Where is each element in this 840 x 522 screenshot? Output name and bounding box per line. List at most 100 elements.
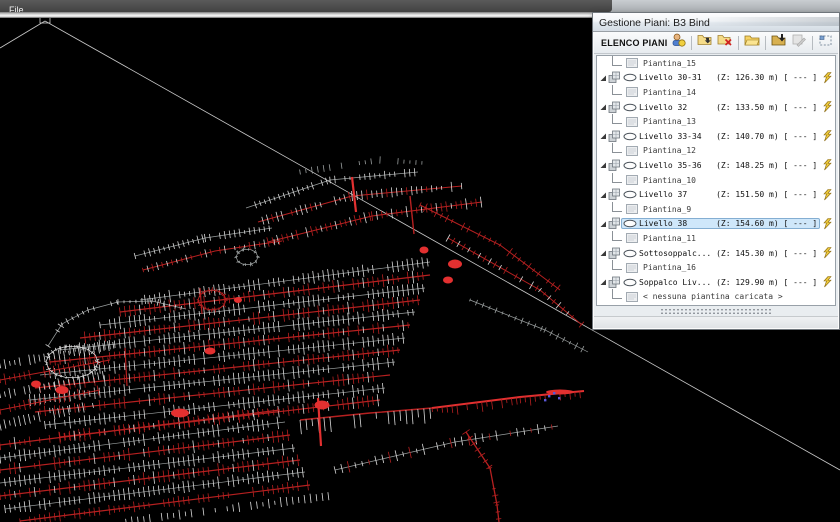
resize-grip[interactable] — [594, 306, 838, 316]
level-cube-icon — [608, 159, 621, 172]
expander-icon[interactable] — [599, 103, 607, 111]
level-cube-icon — [608, 247, 621, 260]
application-window: File Gestione Piani: B3 Bind ELENCO PIAN… — [0, 0, 840, 522]
level-row-label[interactable]: Sottosoppalc... (Z: 145.30 m) [ --- ] — [621, 248, 820, 259]
panel-title: Gestione Piani: B3 Bind — [593, 15, 710, 32]
tree-connector — [612, 289, 622, 299]
piantina-page-icon — [626, 292, 638, 302]
user-manager-icon — [670, 32, 686, 53]
tree-connector — [612, 85, 622, 95]
tree-connector — [612, 143, 622, 153]
level-cube-icon — [608, 217, 621, 230]
menu-bar: File — [0, 0, 840, 12]
level-row-label[interactable]: Livello 32 (Z: 133.50 m) [ --- ] — [621, 102, 820, 113]
dropdown-caret-button[interactable] — [837, 34, 838, 52]
level-row-label[interactable]: Livello 33-34 (Z: 140.70 m) [ --- ] — [621, 131, 820, 142]
piantina-row[interactable]: Piantina_12 — [597, 144, 835, 159]
piantina-page-icon — [626, 175, 638, 185]
panel-footer — [594, 316, 838, 329]
piantina-page-icon — [626, 263, 638, 273]
piantina-page-icon — [626, 87, 638, 97]
piantina-page-icon — [626, 233, 638, 243]
elenco-piani-label: ELENCO PIANI — [601, 38, 669, 48]
level-row[interactable]: Livello 33-34 (Z: 140.70 m) [ --- ] — [597, 129, 835, 144]
user-manager-button[interactable] — [669, 34, 687, 52]
expander-icon[interactable] — [599, 191, 607, 199]
level-row[interactable]: Livello 37 (Z: 151.50 m) [ --- ] — [597, 187, 835, 202]
edit-disabled-button[interactable] — [790, 34, 808, 52]
tree-connector — [612, 173, 622, 183]
toolbar-separator — [691, 36, 692, 50]
toolbar-separator — [812, 36, 813, 50]
import-levels-icon — [771, 32, 787, 53]
panel-titlebar[interactable]: Gestione Piani: B3 Bind — [593, 13, 839, 32]
level-row-label[interactable]: Soppalco Liv... (Z: 129.90 m) [ --- ] — [621, 277, 820, 288]
menu-bar-left: File — [0, 0, 612, 12]
edit-level-icon[interactable] — [823, 72, 832, 84]
select-area-button[interactable] — [817, 34, 835, 52]
piantina-row[interactable]: Piantina_14 — [597, 85, 835, 100]
expander-icon[interactable] — [599, 161, 607, 169]
level-row[interactable]: Soppalco Liv... (Z: 129.90 m) [ --- ] — [597, 275, 835, 290]
edit-level-icon[interactable] — [823, 189, 832, 201]
piantina-page-icon — [626, 58, 638, 68]
expander-icon[interactable] — [599, 278, 607, 286]
level-row[interactable]: Livello 30-31 (Z: 126.30 m) [ --- ] — [597, 71, 835, 86]
toolbar-separator — [765, 36, 766, 50]
toolbar-buttons — [669, 34, 838, 52]
level-row-label[interactable]: Livello 37 (Z: 151.50 m) [ --- ] — [621, 189, 820, 200]
load-piantina-button[interactable] — [696, 34, 714, 52]
level-cube-icon — [608, 276, 621, 289]
level-row[interactable]: Livello 38 (Z: 154.60 m) [ --- ] — [597, 217, 835, 232]
menu-bar-right — [612, 0, 840, 12]
import-levels-button[interactable] — [770, 34, 788, 52]
expander-icon[interactable] — [599, 220, 607, 228]
remove-piantina-button[interactable] — [716, 34, 734, 52]
tree-connector — [612, 260, 622, 270]
edit-level-icon[interactable] — [823, 247, 832, 259]
remove-piantina-icon — [717, 32, 733, 53]
piantina-page-icon — [626, 204, 638, 214]
piantina-row[interactable]: Piantina_10 — [597, 173, 835, 188]
panel-body: ELENCO PIANI Piantina_15Livello 30-31 (Z… — [593, 32, 839, 329]
piantina-page-icon — [626, 117, 638, 127]
toolbar-separator — [738, 36, 739, 50]
edit-level-icon[interactable] — [823, 218, 832, 230]
select-area-icon — [818, 32, 834, 53]
expander-icon[interactable] — [599, 249, 607, 257]
piantina-row[interactable]: Piantina_11 — [597, 231, 835, 246]
no-piantina-row[interactable]: < nessuna piantina caricata > — [597, 290, 835, 305]
expander-icon[interactable] — [599, 132, 607, 140]
piantina-row[interactable]: Piantina_16 — [597, 260, 835, 275]
edit-level-icon[interactable] — [823, 130, 832, 142]
expander-icon[interactable] — [599, 74, 607, 82]
panel-toolbar: ELENCO PIANI — [594, 32, 838, 54]
tree-connector — [612, 56, 622, 66]
level-row-label[interactable]: Livello 38 (Z: 154.60 m) [ --- ] — [621, 218, 820, 229]
level-row[interactable]: Livello 32 (Z: 133.50 m) [ --- ] — [597, 100, 835, 115]
tree-connector — [612, 202, 622, 212]
open-folder-icon — [744, 32, 760, 53]
piantina-row[interactable]: Piantina_13 — [597, 114, 835, 129]
piantina-row[interactable]: Piantina_9 — [597, 202, 835, 217]
edit-level-icon[interactable] — [823, 276, 832, 288]
tree-connector — [612, 114, 622, 124]
load-piantina-icon — [697, 32, 713, 53]
edit-level-icon[interactable] — [823, 159, 832, 171]
level-row-label[interactable]: Livello 30-31 (Z: 126.30 m) [ --- ] — [621, 72, 820, 83]
gestione-piani-panel: Gestione Piani: B3 Bind ELENCO PIANI Pia… — [592, 12, 840, 330]
level-row[interactable]: Sottosoppalc... (Z: 145.30 m) [ --- ] — [597, 246, 835, 261]
edit-disabled-icon — [791, 32, 807, 53]
level-cube-icon — [608, 71, 621, 84]
levels-list: Piantina_15Livello 30-31 (Z: 126.30 m) [… — [596, 55, 836, 306]
level-cube-icon — [608, 130, 621, 143]
open-folder-button[interactable] — [743, 34, 761, 52]
piantina-page-icon — [626, 146, 638, 156]
level-row[interactable]: Livello 35-36 (Z: 148.25 m) [ --- ] — [597, 158, 835, 173]
piantina-row[interactable]: Piantina_15 — [597, 56, 835, 71]
tree-connector — [612, 231, 622, 241]
edit-level-icon[interactable] — [823, 101, 832, 113]
level-cube-icon — [608, 101, 621, 114]
level-row-label[interactable]: Livello 35-36 (Z: 148.25 m) [ --- ] — [621, 160, 820, 171]
level-cube-icon — [608, 188, 621, 201]
